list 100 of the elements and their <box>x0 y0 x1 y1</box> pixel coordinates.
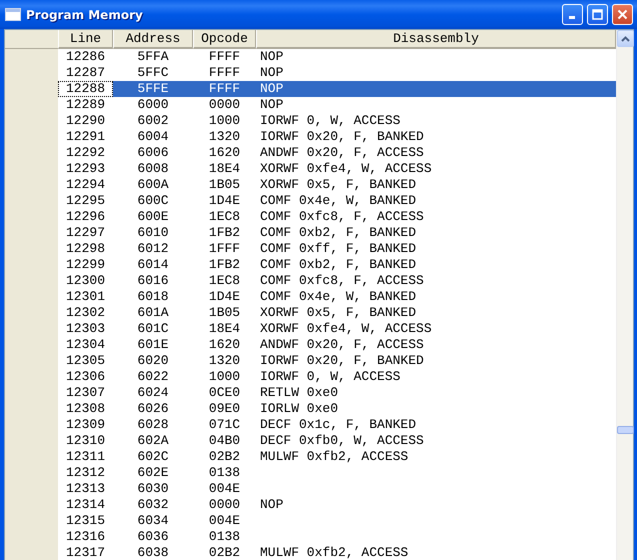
line-number-cell: 12301 <box>66 289 105 304</box>
memory-row[interactable]: 12290 6002 1000 IORWF 0, W, ACCESS <box>58 113 616 129</box>
opcode-cell: 04B0 <box>208 433 240 448</box>
address-cell: 6034 <box>137 513 169 528</box>
memory-row[interactable]: 12310 602A 04B0 DECF 0xfb0, W, ACCESS <box>58 433 616 449</box>
address-cell: 5FFE <box>137 81 169 96</box>
memory-row[interactable]: 12298 6012 1FFF COMF 0xff, F, BANKED <box>58 241 616 257</box>
memory-row[interactable]: 12316 6036 0138 <box>58 529 616 545</box>
opcode-cell: FFFF <box>208 81 240 96</box>
memory-row[interactable]: 12303 601C 18E4 XORWF 0xfe4, W, ACCESS <box>58 321 616 337</box>
line-number-cell: 12307 <box>66 385 105 400</box>
memory-row[interactable]: 12295 600C 1D4E COMF 0x4e, W, BANKED <box>58 193 616 209</box>
opcode-cell: 0000 <box>208 97 240 112</box>
close-button[interactable] <box>612 4 633 25</box>
address-cell: 6016 <box>137 273 169 288</box>
disassembly-cell: COMF 0xfc8, F, ACCESS <box>260 209 424 224</box>
address-cell: 6006 <box>137 145 169 160</box>
line-number-cell: 12298 <box>66 241 105 256</box>
address-cell: 6028 <box>137 417 169 432</box>
memory-row[interactable]: 12294 600A 1B05 XORWF 0x5, F, BANKED <box>58 177 616 193</box>
opcode-cell: 02B2 <box>208 545 240 560</box>
opcode-cell: 1620 <box>208 145 240 160</box>
opcode-cell: 1320 <box>208 129 240 144</box>
address-cell: 6022 <box>137 369 169 384</box>
disassembly-cell: RETLW 0xe0 <box>260 385 338 400</box>
opcode-cell: 02B2 <box>208 449 240 464</box>
scroll-thumb[interactable] <box>617 426 634 434</box>
memory-row[interactable]: 12297 6010 1FB2 COMF 0xb2, F, BANKED <box>58 225 616 241</box>
address-cell: 6020 <box>137 353 169 368</box>
opcode-cell: 18E4 <box>208 161 240 176</box>
address-cell: 6008 <box>137 161 169 176</box>
line-number-cell: 12294 <box>66 177 105 192</box>
opcode-cell: 1FB2 <box>208 257 240 272</box>
opcode-cell: 1D4E <box>208 193 240 208</box>
memory-row[interactable]: 12289 6000 0000 NOP <box>58 97 616 113</box>
close-icon <box>617 9 628 20</box>
line-number-cell: 12296 <box>66 209 105 224</box>
disassembly-cell: XORWF 0xfe4, W, ACCESS <box>260 321 432 336</box>
disassembly-cell: COMF 0x4e, W, BANKED <box>260 289 416 304</box>
memory-row[interactable]: 12293 6008 18E4 XORWF 0xfe4, W, ACCESS <box>58 161 616 177</box>
disassembly-cell: IORWF 0x20, F, BANKED <box>260 129 424 144</box>
disassembly-cell: COMF 0x4e, W, BANKED <box>260 193 416 208</box>
memory-row[interactable]: 12291 6004 1320 IORWF 0x20, F, BANKED <box>58 129 616 145</box>
memory-row[interactable]: 12312 602E 0138 <box>58 465 616 481</box>
disassembly-cell: XORWF 0xfe4, W, ACCESS <box>260 161 432 176</box>
line-number-cell: 12303 <box>66 321 105 336</box>
address-cell: 6012 <box>137 241 169 256</box>
column-header[interactable]: Disassembly <box>256 30 616 49</box>
memory-row[interactable]: 12313 6030 004E <box>58 481 616 497</box>
opcode-cell: 1B05 <box>208 177 240 192</box>
memory-row[interactable]: 12308 6026 09E0 IORLW 0xe0 <box>58 401 616 417</box>
disassembly-cell: NOP <box>260 97 284 112</box>
line-number-cell: 12289 <box>66 97 105 112</box>
address-cell: 600C <box>137 193 169 208</box>
address-cell: 600A <box>137 177 169 192</box>
column-header[interactable]: Address <box>113 30 193 49</box>
memory-row[interactable]: 12287 5FFC FFFF NOP <box>58 65 616 81</box>
address-cell: 602E <box>137 465 169 480</box>
memory-row[interactable]: 12314 6032 0000 NOP <box>58 497 616 513</box>
memory-row[interactable]: 12301 6018 1D4E COMF 0x4e, W, BANKED <box>58 289 616 305</box>
memory-row[interactable]: 12307 6024 0CE0 RETLW 0xe0 <box>58 385 616 401</box>
window-icon <box>5 8 21 21</box>
opcode-cell: 1D4E <box>208 289 240 304</box>
memory-row[interactable]: 12296 600E 1EC8 COMF 0xfc8, F, ACCESS <box>58 209 616 225</box>
disassembly-cell: DECF 0xfb0, W, ACCESS <box>260 433 424 448</box>
memory-row[interactable]: 12306 6022 1000 IORWF 0, W, ACCESS <box>58 369 616 385</box>
memory-row[interactable]: 12311 602C 02B2 MULWF 0xfb2, ACCESS <box>58 449 616 465</box>
opcode-cell: 1B05 <box>208 305 240 320</box>
vertical-scrollbar[interactable] <box>616 30 633 560</box>
disassembly-cell: NOP <box>260 497 284 512</box>
line-number-cell: 12304 <box>66 337 105 352</box>
memory-row[interactable]: 12300 6016 1EC8 COMF 0xfc8, F, ACCESS <box>58 273 616 289</box>
memory-row[interactable]: 12286 5FFA FFFF NOP <box>58 49 616 65</box>
memory-row[interactable]: 12309 6028 071C DECF 0x1c, F, BANKED <box>58 417 616 433</box>
disassembly-cell: NOP <box>260 49 284 64</box>
disassembly-cell: COMF 0xfc8, F, ACCESS <box>260 273 424 288</box>
memory-row[interactable]: 12292 6006 1620 ANDWF 0x20, F, ACCESS <box>58 145 616 161</box>
line-number-cell: 12316 <box>66 529 105 544</box>
maximize-button[interactable] <box>587 4 608 25</box>
line-number-cell: 12300 <box>66 273 105 288</box>
opcode-cell: 004E <box>208 513 240 528</box>
memory-row[interactable]: 12302 601A 1B05 XORWF 0x5, F, BANKED <box>58 305 616 321</box>
opcode-cell: FFFF <box>208 49 240 64</box>
disassembly-cell: NOP <box>260 81 284 96</box>
memory-row[interactable]: 12299 6014 1FB2 COMF 0xb2, F, BANKED <box>58 257 616 273</box>
disassembly-cell: DECF 0x1c, F, BANKED <box>260 417 416 432</box>
address-cell: 6038 <box>137 545 169 560</box>
opcode-cell: FFFF <box>208 65 240 80</box>
scroll-up-button[interactable] <box>617 30 634 47</box>
line-number-cell: 12313 <box>66 481 105 496</box>
memory-row[interactable]: 12305 6020 1320 IORWF 0x20, F, BANKED <box>58 353 616 369</box>
memory-row[interactable]: 12304 601E 1620 ANDWF 0x20, F, ACCESS <box>58 337 616 353</box>
column-header[interactable]: Line <box>58 30 113 49</box>
column-header[interactable]: Opcode <box>193 30 256 49</box>
memory-row[interactable]: 12315 6034 004E <box>58 513 616 529</box>
address-cell: 601A <box>137 305 169 320</box>
minimize-button[interactable] <box>562 4 583 25</box>
selected-row[interactable]: 12288 5FFE FFFF NOP <box>58 81 616 97</box>
memory-row[interactable]: 12317 6038 02B2 MULWF 0xfb2, ACCESS <box>58 545 616 560</box>
line-number-cell: 12299 <box>66 257 105 272</box>
